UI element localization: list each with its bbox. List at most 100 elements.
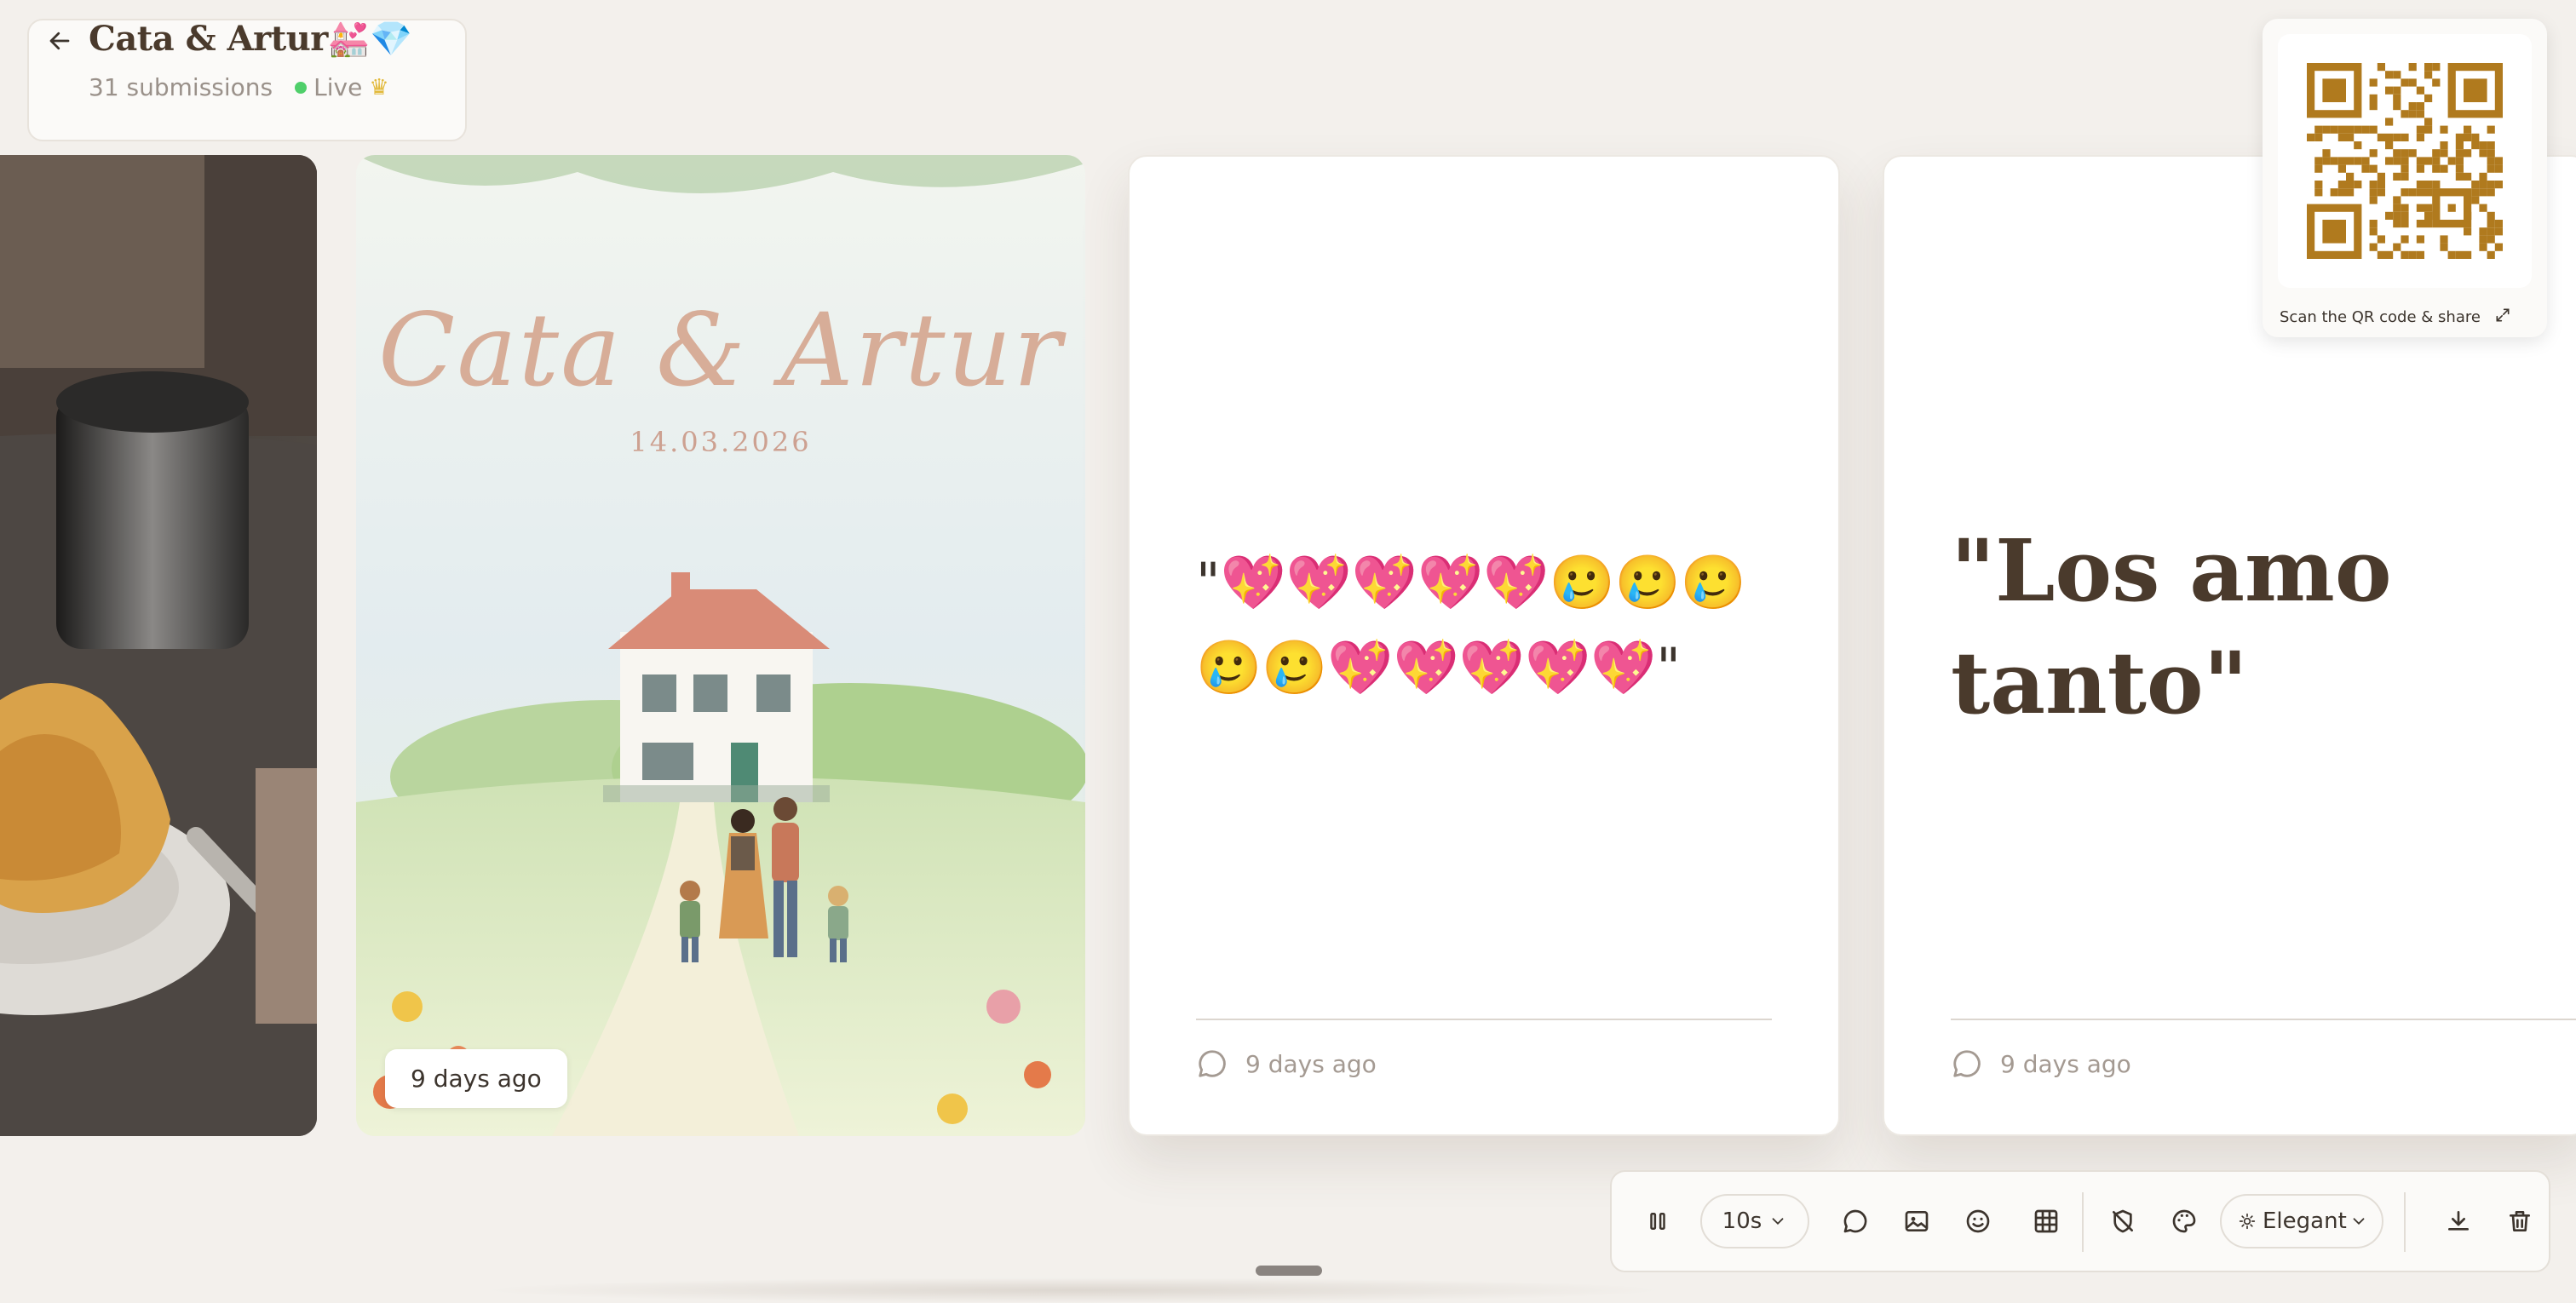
qr-module — [2314, 125, 2323, 134]
qr-module — [2416, 250, 2424, 259]
invitation-image-card[interactable]: Cata & Artur 14.03.2026 9 days ago — [356, 155, 1085, 1136]
qr-module — [2424, 220, 2433, 228]
qr-module — [2471, 141, 2480, 150]
qr-module — [2447, 250, 2456, 259]
qr-module — [2408, 250, 2417, 259]
qr-module — [2346, 157, 2355, 165]
qr-code[interactable] — [2278, 34, 2532, 288]
trash-icon[interactable] — [2499, 1201, 2540, 1242]
qr-module — [2432, 181, 2441, 189]
qr-module — [2393, 86, 2401, 95]
qr-module — [2322, 220, 2346, 244]
qr-module — [2416, 110, 2424, 118]
qr-module — [2385, 141, 2394, 150]
card-divider — [1951, 1019, 2576, 1020]
qr-module — [2479, 141, 2487, 150]
chevron-down-icon — [2349, 1212, 2368, 1231]
invitation-couple-names: Cata & Artur — [378, 291, 1063, 409]
qr-module — [2408, 149, 2417, 158]
qr-module — [2416, 164, 2424, 173]
qr-module — [2401, 157, 2409, 165]
qr-module — [2377, 188, 2385, 197]
qr-module — [2479, 172, 2487, 181]
qr-module — [2455, 149, 2464, 158]
qr-module — [2322, 157, 2331, 165]
qr-module — [2424, 71, 2433, 79]
qr-module — [2322, 149, 2331, 158]
sun-icon — [2239, 1213, 2256, 1230]
toolbar-separator — [2082, 1192, 2084, 1252]
qr-module — [2432, 149, 2441, 158]
pause-icon[interactable] — [1637, 1201, 1678, 1242]
qr-module — [2424, 118, 2433, 126]
qr-module — [2424, 125, 2433, 134]
photo-submission-card[interactable] — [0, 155, 317, 1136]
theme-value: Elegant — [2263, 1208, 2347, 1234]
qr-module — [2330, 188, 2338, 197]
qr-module — [2440, 125, 2448, 134]
arrow-left-icon[interactable] — [43, 24, 77, 58]
palette-icon[interactable] — [2164, 1201, 2205, 1242]
qr-module — [2440, 243, 2448, 251]
card-meta: 9 days ago — [1196, 1048, 1377, 1080]
qr-module — [2416, 204, 2424, 212]
qr-module — [2337, 133, 2346, 141]
emoji-message-text: "💖💖💖💖💖🥲🥲🥲🥲🥲💖💖💖💖💖" — [1196, 551, 1747, 698]
qr-module — [2314, 181, 2323, 189]
download-icon[interactable] — [2438, 1201, 2479, 1242]
qr-code-graphic — [2307, 63, 2503, 259]
qr-module — [2401, 250, 2409, 259]
qr-module — [2432, 78, 2441, 87]
qr-module — [2432, 164, 2441, 173]
qr-module — [2369, 149, 2378, 158]
qr-share-panel[interactable]: Scan the QR code & share — [2263, 19, 2547, 337]
qr-module — [2455, 172, 2464, 181]
theme-select[interactable]: Elegant — [2220, 1194, 2383, 1248]
expand-icon[interactable] — [2494, 307, 2511, 328]
qr-module — [2416, 125, 2424, 134]
home-indicator[interactable] — [1256, 1266, 1322, 1276]
qr-module — [2479, 204, 2487, 212]
qr-module — [2401, 211, 2409, 220]
qr-module — [2354, 125, 2362, 134]
qr-module — [2401, 164, 2409, 173]
chevron-down-icon — [1768, 1212, 1787, 1231]
qr-module — [2361, 157, 2370, 165]
live-status-dot — [295, 81, 308, 94]
comment-icon — [1951, 1048, 1983, 1080]
qr-module — [2479, 149, 2487, 158]
submission-count: 31 submissions — [89, 73, 273, 101]
qr-module — [2424, 188, 2433, 197]
qr-module — [2494, 157, 2503, 165]
qr-module — [2479, 235, 2487, 244]
qr-caption: Scan the QR code & share — [2280, 307, 2511, 328]
qr-module — [2487, 211, 2495, 220]
interval-select[interactable]: 10s — [1700, 1194, 1809, 1248]
qr-module — [2479, 243, 2487, 251]
qr-module — [2314, 133, 2323, 141]
qr-module — [2354, 181, 2362, 189]
qr-module — [2401, 172, 2409, 181]
emoji-icon[interactable] — [1958, 1201, 1998, 1242]
qr-module — [2337, 125, 2346, 134]
qr-module — [2393, 204, 2401, 212]
qr-module — [2416, 188, 2424, 197]
card-divider — [1196, 1019, 1772, 1020]
qr-module — [2369, 164, 2378, 173]
qr-module — [2393, 94, 2401, 102]
invitation-timestamp: 9 days ago — [385, 1049, 567, 1108]
slideshow-toolbar: 10s Elegant — [1610, 1170, 2550, 1272]
qr-module — [2494, 181, 2503, 189]
qr-module — [2369, 102, 2378, 111]
emoji-message-card[interactable]: "💖💖💖💖💖🥲🥲🥲🥲🥲💖💖💖💖💖" 9 days ago — [1128, 155, 1840, 1136]
image-icon[interactable] — [1896, 1201, 1937, 1242]
qr-module — [2487, 220, 2495, 228]
no-moderation-icon[interactable] — [2102, 1201, 2143, 1242]
qr-module — [2455, 141, 2464, 150]
qr-module — [2330, 125, 2338, 134]
qr-module — [2393, 149, 2401, 158]
qr-module — [2330, 157, 2338, 165]
qr-module — [2455, 250, 2464, 259]
comment-icon[interactable] — [1835, 1201, 1876, 1242]
grid-icon[interactable] — [2026, 1201, 2067, 1242]
